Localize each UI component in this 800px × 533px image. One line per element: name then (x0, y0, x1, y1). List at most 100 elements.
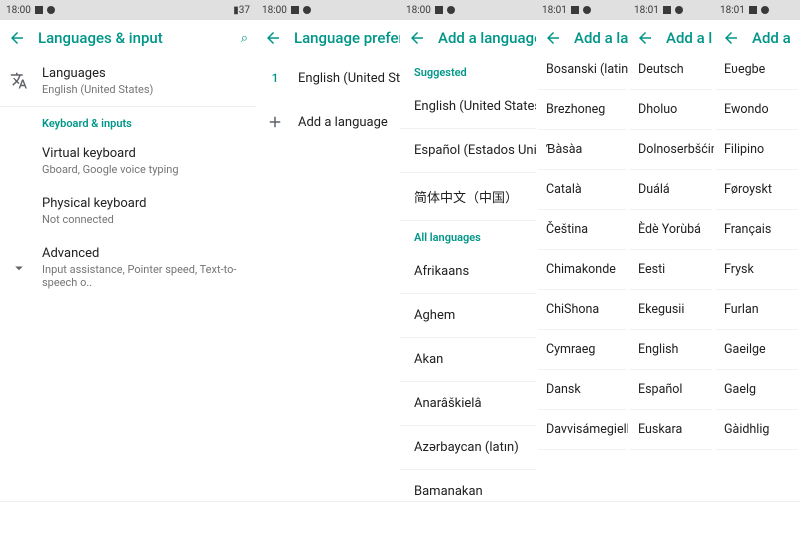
section-keyboard-inputs: Keyboard & inputs (0, 107, 256, 136)
back-icon[interactable] (8, 29, 26, 47)
language-item[interactable]: Gaeilge (716, 330, 798, 370)
language-item[interactable]: Frysk (716, 250, 798, 290)
row-title: Physical keyboard (42, 196, 244, 211)
language-row[interactable]: 1 English (United States) (256, 56, 400, 100)
advanced-row[interactable]: Advanced Input assistance, Pointer speed… (0, 236, 256, 299)
nav-bar (0, 502, 256, 533)
language-item[interactable]: Bosanski (latinica) (538, 56, 626, 90)
language-item[interactable]: Èdè Yorùbá (630, 210, 712, 250)
status-icon (435, 6, 443, 14)
language-item[interactable]: Aghem (400, 294, 536, 338)
language-item[interactable]: Chimakonde (538, 250, 626, 290)
app-bar: Language prefere (256, 20, 400, 56)
language-item[interactable]: Gàidhlig (716, 410, 798, 450)
status-icon (663, 6, 671, 14)
language-item[interactable]: Català (538, 170, 626, 210)
status-icon (447, 6, 455, 14)
section-all-languages: All languages (400, 221, 536, 250)
physical-keyboard-row[interactable]: Physical keyboard Not connected (0, 186, 256, 236)
section-suggested: Suggested (400, 56, 536, 85)
status-bar: 18:00 (400, 0, 536, 20)
language-item[interactable]: Eesti (630, 250, 712, 290)
language-item[interactable]: Deutsch (630, 56, 712, 90)
language-item[interactable]: Davvisámegiella (538, 410, 626, 450)
page-title: Languages & input (38, 29, 163, 47)
status-icon (583, 6, 591, 14)
status-icon (675, 6, 683, 14)
language-item[interactable]: Dansk (538, 370, 626, 410)
status-time: 18:01 (542, 5, 567, 16)
language-item[interactable]: Eʋegbe (716, 56, 798, 90)
row-title: Languages (42, 66, 244, 81)
status-bar: 18:01 (714, 0, 800, 20)
status-bar: 18:00 (256, 0, 400, 20)
language-item[interactable]: Bamanakan (400, 470, 536, 501)
index-label: 1 (266, 69, 284, 87)
app-bar: Add a language (400, 20, 536, 56)
language-item[interactable]: Dholuo (630, 90, 712, 130)
page-title: Add a (752, 29, 791, 47)
page-title: Add a l (666, 29, 712, 47)
status-time: 18:00 (406, 5, 431, 16)
language-item[interactable]: Føroyskt (716, 170, 798, 210)
language-item[interactable]: Čeština (538, 210, 626, 250)
add-language-row[interactable]: Add a language (256, 100, 400, 144)
language-item[interactable]: Ekegusii (630, 290, 712, 330)
language-item[interactable]: Anarâškielâ (400, 382, 536, 426)
language-item[interactable]: ChiShona (538, 290, 626, 330)
back-icon[interactable] (264, 29, 282, 47)
language-item[interactable]: Euskara (630, 410, 712, 450)
status-icon (303, 6, 311, 14)
language-item[interactable]: Español (Estados Unidos) (400, 129, 536, 173)
language-item[interactable]: Akan (400, 338, 536, 382)
status-time: 18:01 (720, 5, 745, 16)
language-item[interactable]: English (630, 330, 712, 370)
nav-bar (256, 502, 536, 533)
language-item[interactable]: Español (630, 370, 712, 410)
back-icon[interactable] (722, 29, 740, 47)
row-title: Virtual keyboard (42, 146, 244, 161)
row-subtitle: Input assistance, Pointer speed, Text-to… (42, 263, 244, 289)
language-item[interactable]: Duálá (630, 170, 712, 210)
status-battery: ▮37 (233, 5, 250, 16)
language-name: English (United States) (298, 71, 400, 86)
nav-bar-strip (0, 501, 800, 533)
screen-languages-input: 18:00 ▮37 Languages & input ⌕ Languages … (0, 0, 256, 533)
back-icon[interactable] (544, 29, 562, 47)
status-icon (291, 6, 299, 14)
language-item[interactable]: Filipino (716, 130, 798, 170)
language-item[interactable]: Dolnoserbšćina (630, 130, 712, 170)
search-icon[interactable]: ⌕ (241, 31, 248, 46)
row-subtitle: English (United States) (42, 83, 244, 96)
status-icon (749, 6, 757, 14)
status-time: 18:01 (634, 5, 659, 16)
language-item[interactable]: Ɓàsàa (538, 130, 626, 170)
language-item[interactable]: Azərbaycan (latın) (400, 426, 536, 470)
page-title: Add a lan (574, 29, 628, 47)
nav-bar (536, 502, 800, 533)
language-item[interactable]: 简体中文（中国） (400, 173, 536, 221)
page-title: Add a language (438, 29, 536, 47)
status-icon (571, 6, 579, 14)
status-time: 18:00 (262, 5, 287, 16)
add-language-label: Add a language (298, 115, 388, 130)
virtual-keyboard-row[interactable]: Virtual keyboard Gboard, Google voice ty… (0, 136, 256, 186)
back-icon[interactable] (408, 29, 426, 47)
language-item[interactable]: Français (716, 210, 798, 250)
language-item[interactable]: Furlan (716, 290, 798, 330)
language-item[interactable]: Ewondo (716, 90, 798, 130)
language-item[interactable]: Gaelg (716, 370, 798, 410)
plus-icon (266, 113, 284, 131)
status-bar: 18:01 (536, 0, 628, 20)
status-icon (35, 6, 43, 14)
status-bar: 18:01 (628, 0, 714, 20)
back-icon[interactable] (636, 29, 654, 47)
screen-add-language-3: 18:01 Add a l Deutsch Dholuo Dolnoserbšć… (628, 0, 714, 533)
language-item[interactable]: English (United States) (400, 85, 536, 129)
language-item[interactable]: Afrikaans (400, 250, 536, 294)
language-item[interactable]: Cymraeg (538, 330, 626, 370)
screen-add-language-2: 18:01 Add a lan Bosanski (latinica) Brez… (536, 0, 628, 533)
app-bar: Add a (714, 20, 800, 56)
languages-row[interactable]: Languages English (United States) (0, 56, 256, 106)
language-item[interactable]: Brezhoneg (538, 90, 626, 130)
